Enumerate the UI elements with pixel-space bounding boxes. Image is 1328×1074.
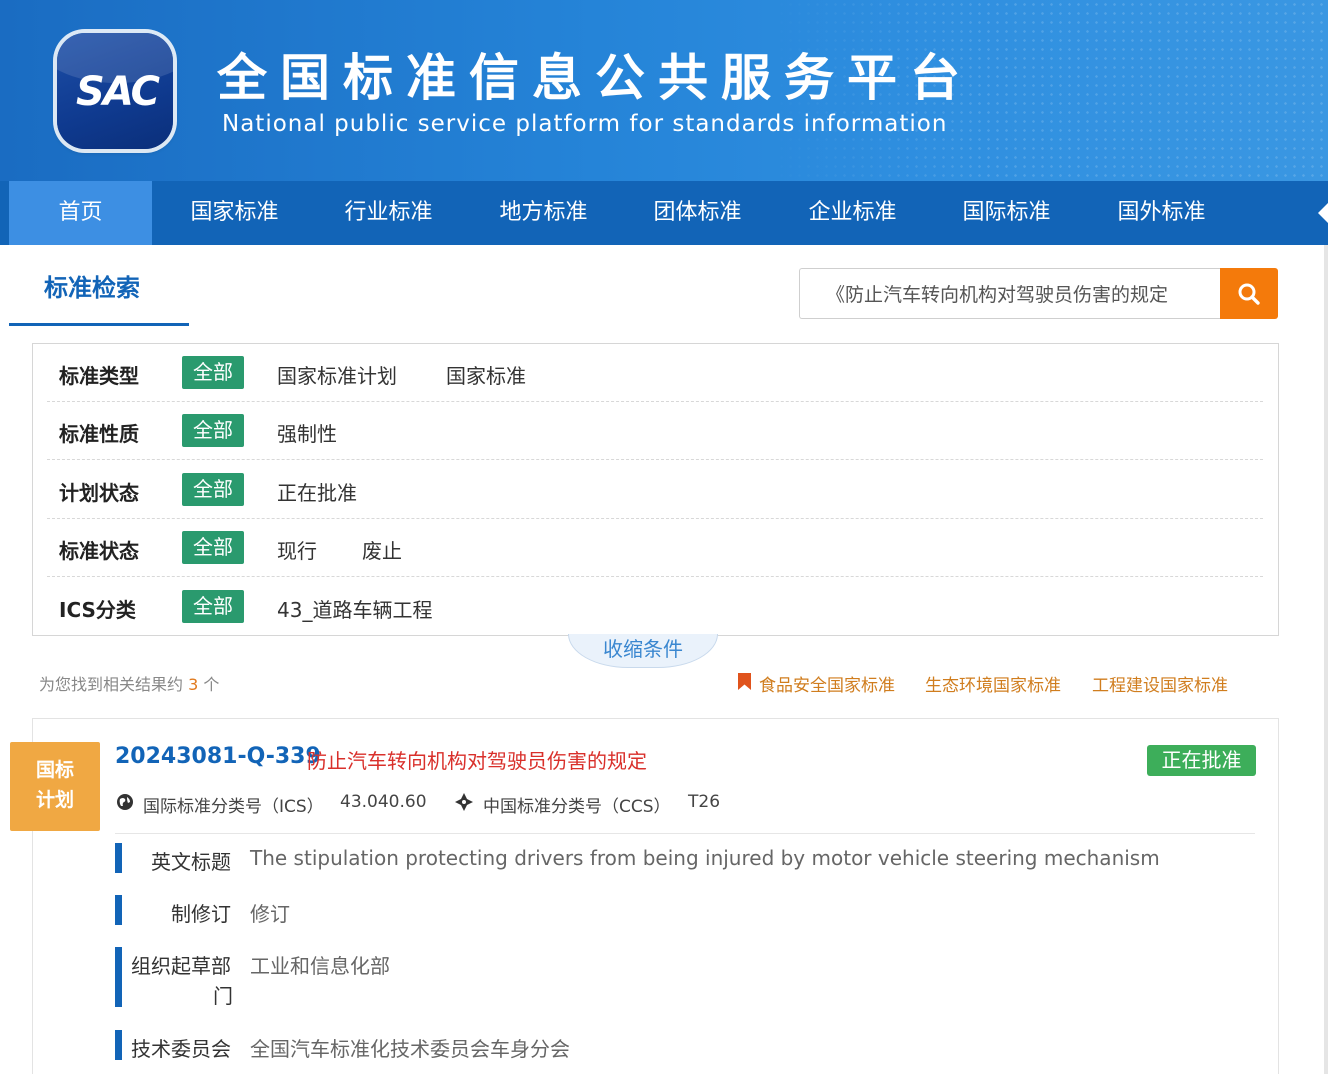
site-header: SAC 全国标准信息公共服务平台 National public service… [0, 0, 1328, 181]
revision-label: 制修订 [171, 902, 231, 926]
filter-all-chip[interactable]: 全部 [182, 414, 244, 447]
link-food-safety-standards[interactable]: 食品安全国家标准 [759, 671, 895, 696]
drafting-dept-label-cont: 门 [213, 984, 233, 1008]
filter-row-plan-status: 计划状态 全部 正在批准 [47, 461, 1263, 519]
nav-item-group[interactable]: 团体标准 [625, 181, 770, 245]
detail-marker [115, 947, 122, 1007]
nav-item-foreign[interactable]: 国外标准 [1089, 181, 1234, 245]
filter-all-chip[interactable]: 全部 [182, 590, 244, 623]
standard-title-link[interactable]: 防止汽车转向机构对驾驶员伤害的规定 [307, 745, 647, 774]
filter-all-chip[interactable]: 全部 [182, 473, 244, 506]
bookmark-icon [738, 673, 751, 690]
globe-icon [117, 794, 133, 810]
search-input[interactable] [799, 268, 1221, 319]
link-engineering-standards[interactable]: 工程建设国家标准 [1092, 671, 1228, 696]
ics-label: 国际标准分类号（ICS） [143, 797, 324, 817]
result-count: 为您找到相关结果约 3 个 [39, 671, 219, 695]
drafting-dept-label: 组织起草部 [131, 954, 231, 978]
filter-all-chip[interactable]: 全部 [182, 356, 244, 389]
nav-item-national[interactable]: 国家标准 [162, 181, 307, 245]
collapse-arrow-icon[interactable] [1318, 201, 1328, 225]
filter-panel: 标准类型 全部 国家标准计划 国家标准 标准性质 全部 强制性 计划状态 全部 … [32, 343, 1279, 636]
revision-value: 修订 [250, 902, 290, 926]
detail-marker [115, 1030, 122, 1060]
nav-item-home[interactable]: 首页 [9, 181, 152, 245]
filter-label: 标准状态 [59, 539, 139, 563]
sac-logo[interactable]: SAC [57, 33, 173, 149]
filter-row-nature: 标准性质 全部 强制性 [47, 402, 1263, 460]
nav-item-enterprise[interactable]: 企业标准 [780, 181, 925, 245]
nav-item-local[interactable]: 地方标准 [471, 181, 616, 245]
standard-code-link[interactable]: 20243081-Q-339 [115, 744, 321, 769]
filter-label: 计划状态 [59, 481, 139, 505]
filter-option[interactable]: 强制性 [277, 418, 337, 447]
filter-option[interactable]: 正在批准 [277, 477, 357, 506]
search-tab-title[interactable]: 标准检索 [44, 268, 140, 303]
filter-option[interactable]: 国家标准 [446, 360, 526, 389]
committee-label: 技术委员会 [131, 1037, 231, 1061]
site-subtitle: National public service platform for sta… [222, 111, 948, 137]
ics-value: 43.040.60 [340, 792, 427, 812]
tab-underline [9, 323, 189, 326]
filter-option[interactable]: 废止 [362, 535, 402, 564]
filter-row-standard-type: 标准类型 全部 国家标准计划 国家标准 [47, 344, 1263, 402]
link-ecology-standards[interactable]: 生态环境国家标准 [925, 671, 1061, 696]
result-count-suffix: 个 [203, 675, 220, 694]
ccs-label: 中国标准分类号（CCS） [483, 797, 671, 817]
filter-all-chip[interactable]: 全部 [182, 531, 244, 564]
filter-option[interactable]: 国家标准计划 [277, 360, 397, 389]
site-title: 全国标准信息公共服务平台 [217, 49, 973, 107]
filter-label: ICS分类 [59, 598, 136, 622]
nav-item-international[interactable]: 国际标准 [934, 181, 1079, 245]
filter-label: 标准类型 [59, 364, 139, 388]
result-count-number: 3 [188, 675, 199, 694]
filter-row-standard-status: 标准状态 全部 现行 废止 [47, 519, 1263, 577]
status-badge: 正在批准 [1147, 745, 1256, 776]
logo-text: SAC [76, 69, 160, 115]
filter-option[interactable]: 现行 [277, 535, 317, 564]
drafting-dept-value: 工业和信息化部 [250, 954, 390, 978]
compass-icon [455, 793, 473, 811]
ccs-value: T26 [688, 792, 721, 812]
result-card [32, 718, 1279, 1074]
committee-value: 全国汽车标准化技术委员会车身分会 [250, 1037, 570, 1061]
ribbon-line: 国标 [35, 759, 74, 781]
detail-marker [115, 843, 122, 873]
nav-item-industry[interactable]: 行业标准 [316, 181, 461, 245]
detail-marker [115, 895, 122, 925]
search-button[interactable] [1220, 268, 1278, 319]
english-title-label: 英文标题 [151, 850, 231, 874]
card-divider [115, 833, 1255, 834]
search-icon [1238, 283, 1260, 305]
filter-label: 标准性质 [59, 422, 139, 446]
result-count-prefix: 为您找到相关结果约 [39, 675, 184, 694]
collapse-conditions-button[interactable]: 收缩条件 [568, 634, 718, 668]
filter-option[interactable]: 43_道路车辆工程 [277, 594, 432, 623]
filter-row-ics: ICS分类 全部 43_道路车辆工程 [47, 578, 1263, 636]
type-ribbon: 国标 计划 [10, 742, 100, 831]
scroll-edge [1324, 245, 1328, 1074]
main-nav: 首页 国家标准 行业标准 地方标准 团体标准 企业标准 国际标准 国外标准 [0, 181, 1328, 245]
ribbon-line: 计划 [35, 789, 74, 811]
english-title-value: The stipulation protecting drivers from … [250, 846, 1160, 870]
